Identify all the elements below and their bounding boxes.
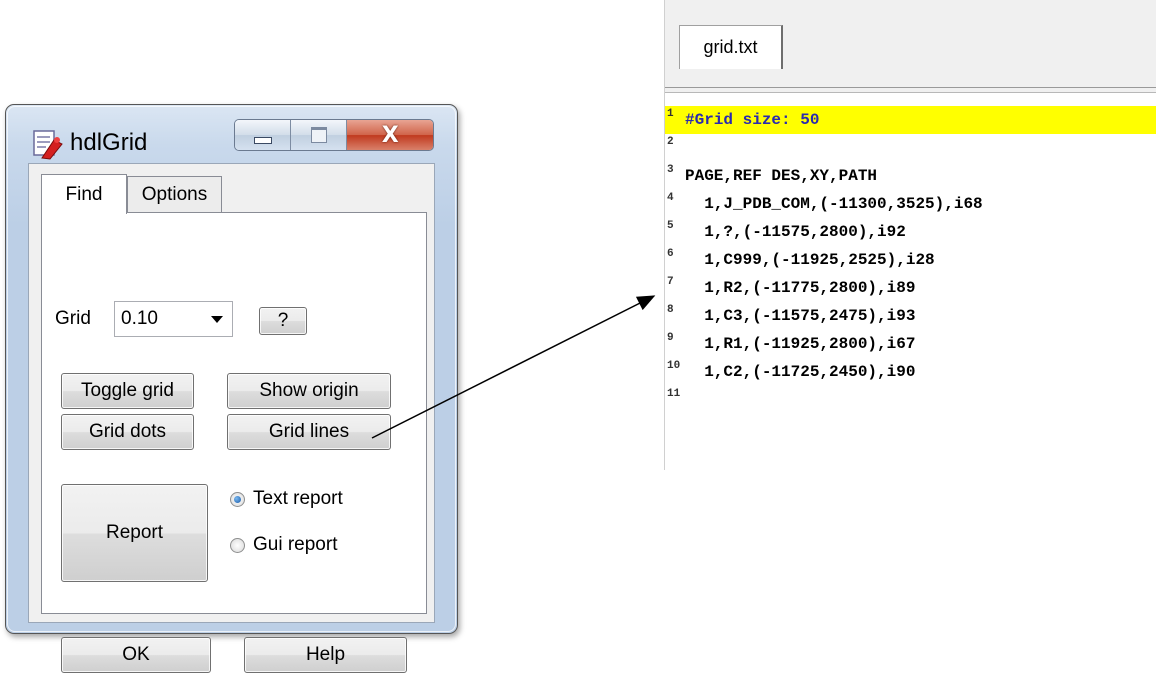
callout-arrow (371, 295, 656, 439)
tab-find[interactable]: Find (41, 174, 127, 214)
